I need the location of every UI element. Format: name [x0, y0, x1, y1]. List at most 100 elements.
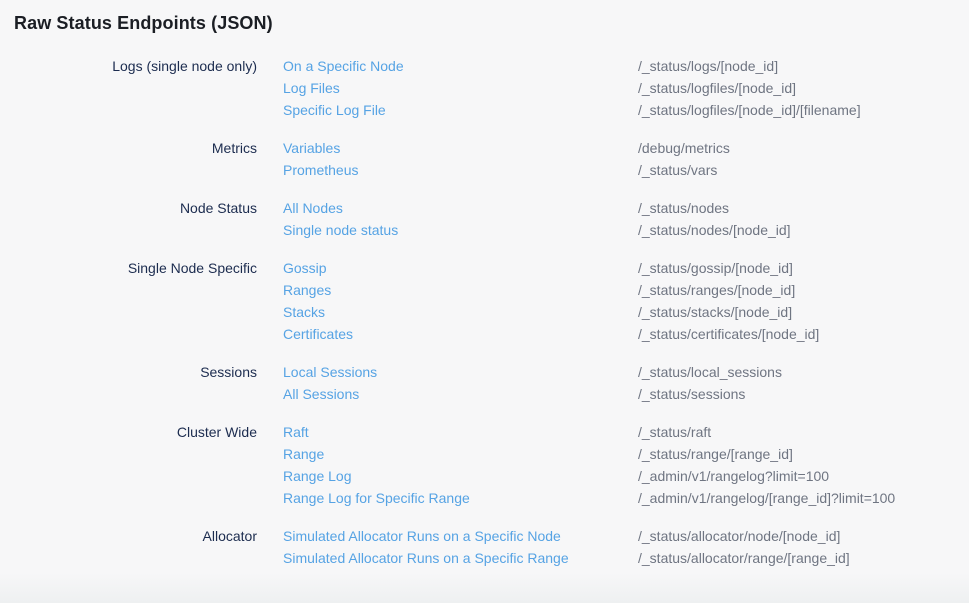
category-label	[0, 279, 257, 301]
endpoint-link[interactable]: Log Files	[283, 80, 340, 96]
endpoint-link-cell: All Sessions	[257, 383, 638, 405]
endpoint-row: Single node status /_status/nodes/[node_…	[0, 219, 969, 241]
endpoint-link[interactable]: Certificates	[283, 326, 353, 342]
endpoint-link[interactable]: All Sessions	[283, 386, 359, 402]
endpoints-table: Logs (single node only) On a Specific No…	[0, 55, 969, 585]
category-label: Logs (single node only)	[0, 55, 257, 77]
category-label	[0, 383, 257, 405]
endpoint-link[interactable]: Range Log	[283, 468, 352, 484]
category-label	[0, 301, 257, 323]
endpoint-link[interactable]: Specific Log File	[283, 102, 386, 118]
endpoint-group: Sessions Local Sessions /_status/local_s…	[0, 361, 969, 405]
endpoint-path: /_status/range/[range_id]	[638, 443, 969, 465]
endpoint-link[interactable]: Simulated Allocator Runs on a Specific N…	[283, 528, 561, 544]
endpoint-path: /_status/logfiles/[node_id]	[638, 77, 969, 99]
category-label	[0, 77, 257, 99]
category-label: Node Status	[0, 197, 257, 219]
category-label	[0, 443, 257, 465]
page-title: Raw Status Endpoints (JSON)	[14, 13, 273, 34]
category-label	[0, 465, 257, 487]
category-label	[0, 323, 257, 345]
endpoint-row: Logs (single node only) On a Specific No…	[0, 55, 969, 77]
category-label	[0, 487, 257, 509]
endpoint-link-cell: Raft	[257, 421, 638, 443]
endpoint-path: /_status/nodes	[638, 197, 969, 219]
endpoint-path: /_admin/v1/rangelog/[range_id]?limit=100	[638, 487, 969, 509]
endpoint-row: Metrics Variables /debug/metrics	[0, 137, 969, 159]
endpoint-link-cell: Specific Log File	[257, 99, 638, 121]
endpoint-group: Node Status All Nodes /_status/nodes Sin…	[0, 197, 969, 241]
endpoint-link[interactable]: Gossip	[283, 260, 327, 276]
endpoint-path: /_status/nodes/[node_id]	[638, 219, 969, 241]
endpoint-link[interactable]: Simulated Allocator Runs on a Specific R…	[283, 550, 569, 566]
endpoint-link[interactable]: Single node status	[283, 222, 398, 238]
endpoint-group: Cluster Wide Raft /_status/raft Range /_…	[0, 421, 969, 509]
endpoint-group: Logs (single node only) On a Specific No…	[0, 55, 969, 121]
endpoint-path: /debug/metrics	[638, 137, 969, 159]
endpoint-link[interactable]: Stacks	[283, 304, 325, 320]
endpoint-row: Ranges /_status/ranges/[node_id]	[0, 279, 969, 301]
endpoint-path: /_status/raft	[638, 421, 969, 443]
debug-page: Raw Status Endpoints (JSON) Logs (single…	[0, 0, 969, 603]
endpoint-link[interactable]: Local Sessions	[283, 364, 377, 380]
endpoint-row: Stacks /_status/stacks/[node_id]	[0, 301, 969, 323]
endpoint-row: Specific Log File /_status/logfiles/[nod…	[0, 99, 969, 121]
category-label	[0, 99, 257, 121]
endpoint-link[interactable]: Range	[283, 446, 324, 462]
endpoint-link-cell: All Nodes	[257, 197, 638, 219]
endpoint-row: Sessions Local Sessions /_status/local_s…	[0, 361, 969, 383]
endpoint-row: Range Log for Specific Range /_admin/v1/…	[0, 487, 969, 509]
endpoint-link-cell: Prometheus	[257, 159, 638, 181]
category-label: Sessions	[0, 361, 257, 383]
endpoint-path: /_status/stacks/[node_id]	[638, 301, 969, 323]
endpoint-path: /_status/sessions	[638, 383, 969, 405]
endpoint-link-cell: Simulated Allocator Runs on a Specific R…	[257, 547, 638, 569]
endpoint-link-cell: Variables	[257, 137, 638, 159]
endpoint-group: Single Node Specific Gossip /_status/gos…	[0, 257, 969, 345]
category-label	[0, 159, 257, 181]
endpoint-row: Log Files /_status/logfiles/[node_id]	[0, 77, 969, 99]
endpoint-path: /_status/ranges/[node_id]	[638, 279, 969, 301]
endpoint-row: Prometheus /_status/vars	[0, 159, 969, 181]
endpoint-link-cell: Simulated Allocator Runs on a Specific N…	[257, 525, 638, 547]
endpoint-row: Certificates /_status/certificates/[node…	[0, 323, 969, 345]
category-label: Cluster Wide	[0, 421, 257, 443]
endpoint-row: Allocator Simulated Allocator Runs on a …	[0, 525, 969, 547]
endpoint-group: Metrics Variables /debug/metrics Prometh…	[0, 137, 969, 181]
category-label: Metrics	[0, 137, 257, 159]
endpoint-row: Simulated Allocator Runs on a Specific R…	[0, 547, 969, 569]
endpoint-row: Range /_status/range/[range_id]	[0, 443, 969, 465]
endpoint-row: All Sessions /_status/sessions	[0, 383, 969, 405]
endpoint-link[interactable]: Range Log for Specific Range	[283, 490, 470, 506]
endpoint-link[interactable]: Raft	[283, 424, 309, 440]
endpoint-link-cell: Range Log for Specific Range	[257, 487, 638, 509]
endpoint-path: /_admin/v1/rangelog?limit=100	[638, 465, 969, 487]
endpoint-path: /_status/certificates/[node_id]	[638, 323, 969, 345]
endpoint-link-cell: Stacks	[257, 301, 638, 323]
endpoint-link[interactable]: Variables	[283, 140, 340, 156]
endpoint-row: Cluster Wide Raft /_status/raft	[0, 421, 969, 443]
endpoint-path: /_status/allocator/node/[node_id]	[638, 525, 969, 547]
endpoint-group: Allocator Simulated Allocator Runs on a …	[0, 525, 969, 569]
endpoint-link-cell: Range	[257, 443, 638, 465]
endpoint-link[interactable]: Ranges	[283, 282, 331, 298]
endpoint-link-cell: On a Specific Node	[257, 55, 638, 77]
endpoint-link-cell: Gossip	[257, 257, 638, 279]
endpoint-link-cell: Range Log	[257, 465, 638, 487]
endpoint-link-cell: Certificates	[257, 323, 638, 345]
endpoint-link[interactable]: On a Specific Node	[283, 58, 404, 74]
endpoint-row: Range Log /_admin/v1/rangelog?limit=100	[0, 465, 969, 487]
endpoint-path: /_status/allocator/range/[range_id]	[638, 547, 969, 569]
endpoint-path: /_status/local_sessions	[638, 361, 969, 383]
endpoint-path: /_status/logfiles/[node_id]/[filename]	[638, 99, 969, 121]
endpoint-link-cell: Log Files	[257, 77, 638, 99]
category-label: Single Node Specific	[0, 257, 257, 279]
endpoint-path: /_status/vars	[638, 159, 969, 181]
category-label	[0, 547, 257, 569]
endpoint-path: /_status/logs/[node_id]	[638, 55, 969, 77]
endpoint-row: Single Node Specific Gossip /_status/gos…	[0, 257, 969, 279]
endpoint-path: /_status/gossip/[node_id]	[638, 257, 969, 279]
category-label	[0, 219, 257, 241]
endpoint-link[interactable]: Prometheus	[283, 162, 358, 178]
endpoint-link[interactable]: All Nodes	[283, 200, 343, 216]
